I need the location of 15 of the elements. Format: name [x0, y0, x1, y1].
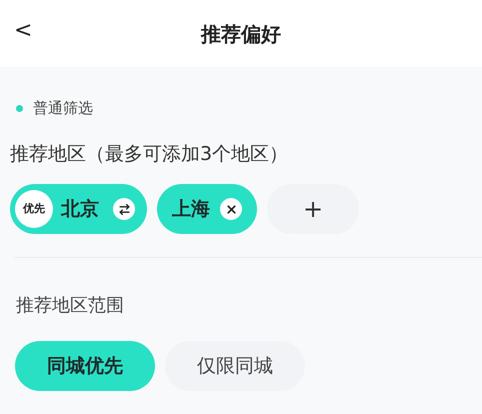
section-title: 推荐地区（最多可添加3个地区） [10, 142, 290, 166]
swap-icon[interactable] [113, 198, 135, 220]
region-name: 上海 [172, 196, 210, 222]
range-option[interactable]: 同城优先 [15, 341, 155, 391]
section-label: 普通筛选 [33, 98, 93, 119]
priority-badge: 优先 [15, 190, 53, 228]
region-name: 北京 [61, 196, 99, 222]
close-icon[interactable] [220, 198, 242, 220]
range-option[interactable]: 仅限同城 [165, 341, 305, 391]
page-title: 推荐偏好 [201, 20, 281, 48]
section-title: 推荐地区范围 [15, 294, 125, 318]
back-button[interactable]: < [14, 20, 32, 42]
region-chip[interactable]: 优先 北京 [10, 184, 147, 234]
add-region-button[interactable]: + [267, 184, 359, 234]
region-chip[interactable]: 上海 [157, 184, 257, 234]
